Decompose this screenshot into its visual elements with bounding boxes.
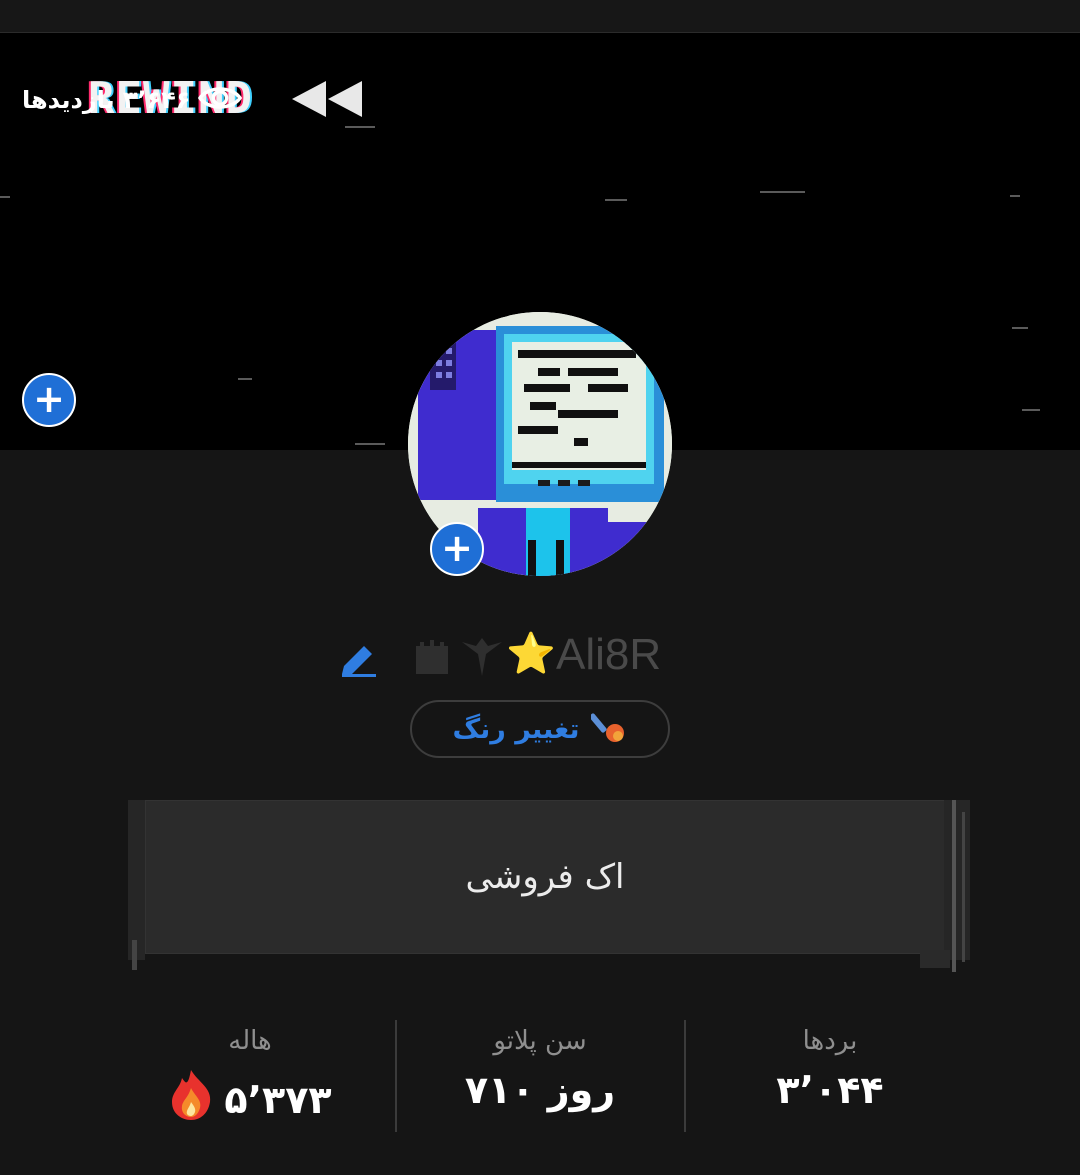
stat-value: ۳٬۰۴۴: [776, 1068, 884, 1112]
change-color-button[interactable]: تغییر رنگ: [410, 700, 670, 758]
top-bar: [0, 0, 1080, 33]
plus-icon: +: [33, 376, 65, 421]
views-count: ۳٬۶۴۶: [122, 86, 191, 114]
stat-label: بردها: [802, 1026, 858, 1056]
stat-value: ۷۱۰ روز: [464, 1068, 616, 1112]
stat-label: سن پلاتو: [493, 1026, 587, 1056]
stat-aura: هاله ۵٬۳۷۳: [105, 1020, 395, 1135]
decor-glyph-icon: [410, 636, 454, 690]
eye-icon: [198, 83, 243, 117]
stat-label: هاله: [228, 1026, 272, 1056]
stats-row: هاله ۵٬۳۷۳ سن پلاتو ۷۱۰ روز بردها ۳٬۰۴۴: [105, 1020, 975, 1135]
add-avatar-button[interactable]: +: [430, 522, 484, 576]
rewind-arrows-icon: [292, 81, 362, 117]
stat-value: ۵٬۳۷۳: [224, 1077, 332, 1122]
bird-icon: [460, 636, 504, 692]
bio-frame-right: [944, 800, 970, 960]
change-color-label: تغییر رنگ: [452, 713, 580, 745]
bio-card: اک فروشی: [145, 800, 945, 954]
views-label: بازدیدها: [22, 86, 115, 114]
stat-wins: بردها ۳٬۰۴۴: [685, 1020, 975, 1135]
stat-plato-age: سن پلاتو ۷۱۰ روز: [395, 1020, 685, 1135]
display-name: Ali8R: [556, 630, 662, 679]
edit-icon[interactable]: [338, 640, 378, 682]
plus-icon: +: [441, 525, 473, 570]
bio-text: اک فروشی: [465, 857, 625, 897]
star-emoji: ⭐: [506, 631, 556, 677]
fire-icon: [168, 1068, 214, 1131]
bio-frame-left: [128, 800, 145, 960]
add-banner-button[interactable]: +: [22, 373, 76, 427]
brush-icon: [589, 709, 627, 749]
views-counter: ۳٬۶۴۶ بازدیدها: [22, 83, 243, 117]
